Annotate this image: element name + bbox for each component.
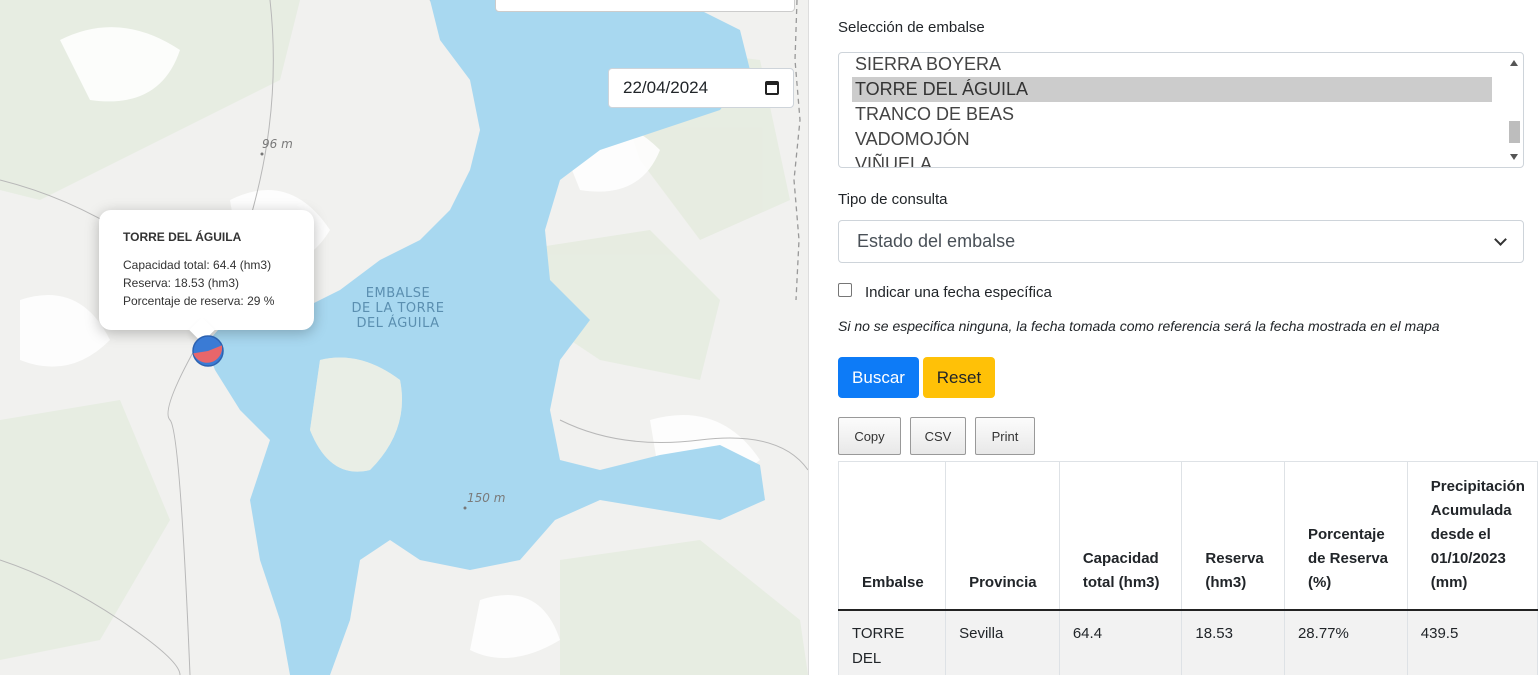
specific-date-label[interactable]: Indicar una fecha específica	[865, 284, 1052, 301]
specific-date-checkbox[interactable]	[838, 283, 852, 297]
copy-button[interactable]: Copy	[838, 417, 901, 455]
reservoir-map-label-line: DEL ÁGUILA	[356, 316, 440, 331]
table-cell: 28.77%	[1283, 609, 1408, 675]
reservoir-option[interactable]: TRANCO DE BEAS	[852, 102, 1492, 127]
query-panel: Selección de embalse SIERRA BOYERA TORRE…	[809, 0, 1538, 675]
calendar-icon[interactable]	[765, 81, 779, 95]
listbox-scrollbar[interactable]	[1505, 53, 1523, 167]
reservoir-popup: TORRE DEL ÁGUILA Capacidad total: 64.4 (…	[99, 210, 314, 343]
popup-reserve: Reserva: 18.53 (hm3)	[123, 276, 240, 290]
reservoir-map-label-line: EMBALSE	[365, 286, 431, 301]
table-cell: TORRE DEL ÁGUILA	[837, 609, 947, 675]
table-cell: Sevilla	[945, 609, 1060, 675]
query-type-label: Tipo de consulta	[838, 191, 948, 208]
reservoir-select-label: Selección de embalse	[838, 19, 985, 36]
table-header-row: Embalse Provincia Capacidad total (hm3) …	[837, 461, 1538, 611]
map-date-value: 22/04/2024	[623, 78, 709, 97]
reservoir-option[interactable]: VADOMOJÓN	[852, 127, 1492, 152]
map-view[interactable]: 22/04/2024 96 m 150 m EMBALSE DE LA TORR…	[0, 0, 808, 675]
popup-capacity: Capacidad total: 64.4 (hm3)	[123, 258, 272, 272]
scroll-down-arrow-icon[interactable]	[1510, 154, 1518, 160]
popup-percentage: Porcentaje de reserva: 29 %	[123, 294, 275, 308]
scroll-up-arrow-icon[interactable]	[1510, 60, 1518, 66]
print-button[interactable]: Print	[975, 417, 1035, 455]
reservoir-map-label: EMBALSE DE LA TORRE DEL ÁGUILA	[340, 286, 456, 331]
table-cell: 18.53	[1181, 609, 1285, 675]
date-note: Si no se especifica ninguna, la fecha to…	[838, 318, 1440, 334]
chevron-down-icon	[1494, 233, 1507, 246]
table-cell: 439.5	[1406, 609, 1538, 675]
reservoir-option-selected[interactable]: TORRE DEL ÁGUILA	[852, 77, 1492, 102]
query-type-value: Estado del embalse	[857, 231, 1016, 251]
csv-button[interactable]: CSV	[910, 417, 966, 455]
elevation-label: 150 m	[467, 491, 506, 505]
reservoir-marker-pie[interactable]	[192, 335, 224, 367]
search-button[interactable]: Buscar	[838, 357, 919, 398]
table-row[interactable]: TORRE DEL ÁGUILA Sevilla 64.4 18.53 28.7…	[837, 609, 1538, 675]
popup-title: TORRE DEL ÁGUILA	[123, 230, 242, 244]
results-table: Embalse Provincia Capacidad total (hm3) …	[837, 461, 1538, 675]
reservoir-map-label-line: DE LA TORRE	[351, 301, 445, 316]
column-header[interactable]: Porcentaje de Reserva (%)	[1283, 461, 1408, 611]
reservoir-listbox[interactable]: SIERRA BOYERA TORRE DEL ÁGUILA TRANCO DE…	[838, 52, 1524, 168]
elevation-label: 96 m	[262, 137, 293, 151]
reset-button[interactable]: Reset	[923, 357, 995, 398]
map-date-picker[interactable]: 22/04/2024	[608, 68, 794, 108]
column-header[interactable]: Provincia	[945, 461, 1060, 611]
map-search-control[interactable]	[495, 0, 795, 12]
column-header[interactable]: Capacidad total (hm3)	[1058, 461, 1183, 611]
table-cell: 64.4	[1058, 609, 1183, 675]
column-header[interactable]: Precipitación Acumulada desde el 01/10/2…	[1406, 461, 1538, 611]
query-type-select[interactable]: Estado del embalse	[838, 220, 1524, 263]
reservoir-option[interactable]: VIÑUELA	[852, 152, 1492, 167]
scrollbar-thumb[interactable]	[1509, 121, 1520, 143]
column-header[interactable]: Reserva (hm3)	[1181, 461, 1285, 611]
column-header[interactable]: Embalse	[837, 461, 947, 611]
reservoir-option[interactable]: SIERRA BOYERA	[852, 53, 1492, 77]
